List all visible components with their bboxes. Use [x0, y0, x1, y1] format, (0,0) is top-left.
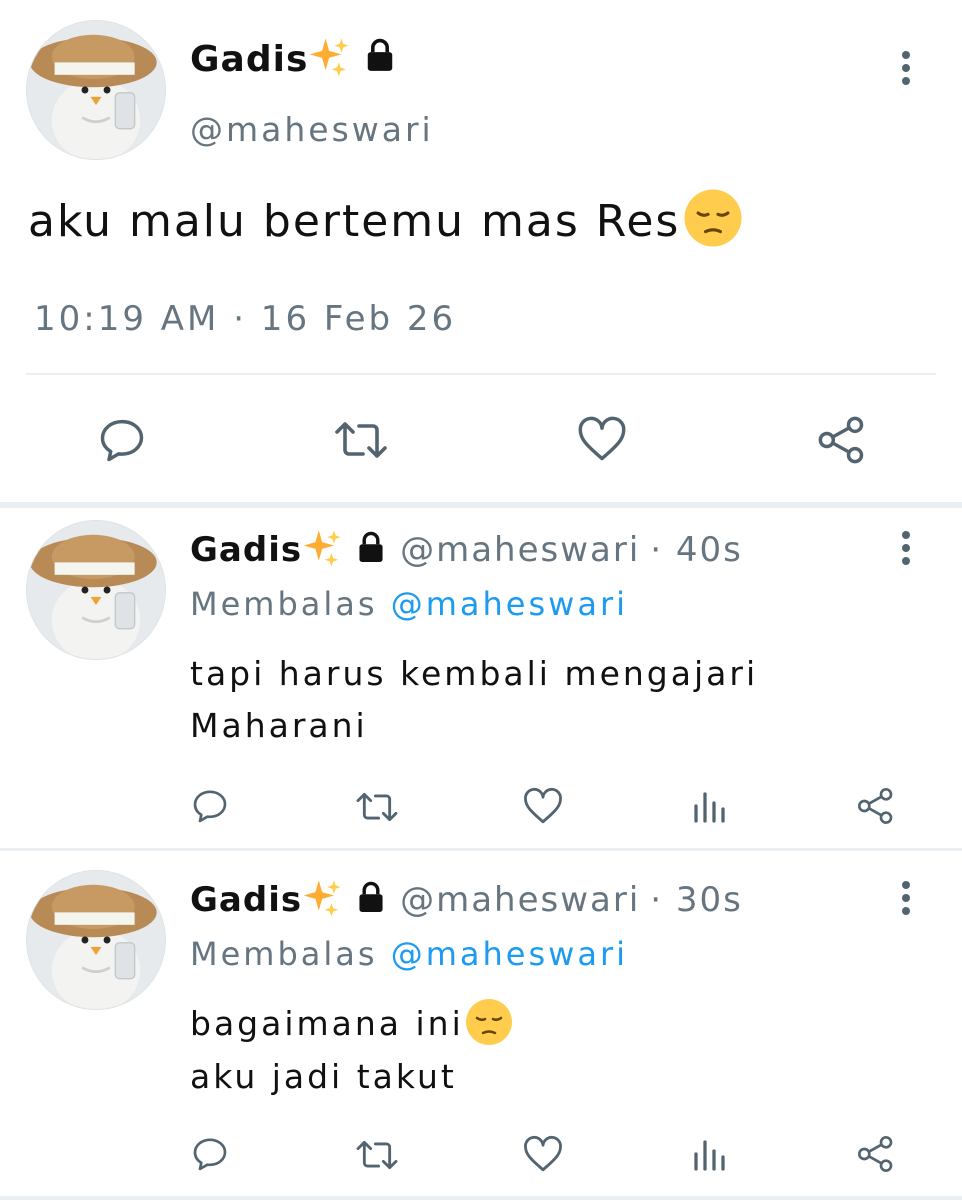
reply-text-line: tapi harus kembali mengajari	[190, 654, 759, 693]
more-options-icon[interactable]	[896, 530, 916, 566]
sparkles-emoji	[302, 527, 344, 569]
reply-icon[interactable]	[190, 786, 230, 826]
avatar[interactable]	[26, 20, 166, 160]
retweet-icon[interactable]	[354, 1136, 400, 1174]
retweet-icon[interactable]	[354, 788, 400, 826]
reply-text: tapi harus kembali mengajari Maharani	[190, 648, 758, 752]
like-icon[interactable]	[522, 786, 564, 826]
avatar[interactable]	[26, 870, 166, 1010]
lock-icon	[362, 37, 398, 73]
display-name-text: Gadis	[190, 39, 309, 80]
more-options-icon[interactable]	[896, 880, 916, 916]
tweet-text-content: aku malu bertemu mas Res	[28, 196, 681, 247]
sparkles-emoji	[302, 877, 344, 919]
user-handle[interactable]: @maheswari	[190, 108, 434, 152]
share-icon[interactable]	[856, 1134, 896, 1174]
sparkles-emoji	[308, 35, 352, 79]
analytics-icon[interactable]	[690, 1136, 726, 1172]
divider	[0, 1196, 962, 1200]
reply-text-line: aku jadi takut	[190, 1056, 457, 1096]
reply-text-line: bagaimana ini	[190, 997, 514, 1051]
more-options-icon[interactable]	[896, 50, 916, 86]
replying-to-link[interactable]: @maheswari	[391, 585, 628, 623]
share-icon[interactable]	[816, 414, 868, 466]
reply-header: Gadis @maheswari · 30s	[190, 876, 743, 924]
pensive-face-emoji	[682, 187, 744, 249]
lock-icon	[354, 880, 388, 914]
tweet-text: aku malu bertemu mas Res	[28, 187, 744, 255]
divider	[0, 848, 962, 851]
reply-text-line: Maharani	[190, 706, 368, 745]
reply-icon[interactable]	[96, 414, 148, 466]
share-icon[interactable]	[856, 786, 896, 826]
replying-label: Membalas	[190, 585, 378, 623]
display-name[interactable]: Gadis	[190, 530, 302, 570]
reply-text: bagaimana ini aku jadi takut	[190, 997, 514, 1103]
analytics-icon[interactable]	[690, 788, 726, 824]
divider	[0, 502, 962, 508]
replying-to-link[interactable]: @maheswari	[391, 935, 628, 973]
reply-text-content: bagaimana ini	[190, 1004, 464, 1043]
user-handle[interactable]: @maheswari	[400, 530, 640, 570]
like-icon[interactable]	[576, 414, 628, 464]
divider	[26, 373, 936, 375]
reply-age: · 30s	[650, 880, 743, 920]
pensive-face-emoji	[464, 997, 514, 1047]
display-name[interactable]: Gadis	[190, 36, 398, 84]
avatar[interactable]	[26, 520, 166, 660]
replying-to: Membalas @maheswari	[190, 582, 628, 626]
replying-label: Membalas	[190, 935, 378, 973]
tweet-timestamp[interactable]: 10:19 AM · 16 Feb 26	[34, 294, 456, 344]
retweet-icon[interactable]	[332, 416, 390, 464]
reply-header: Gadis @maheswari · 40s	[190, 526, 743, 574]
reply-icon[interactable]	[190, 1134, 230, 1174]
like-icon[interactable]	[522, 1134, 564, 1174]
replying-to: Membalas @maheswari	[190, 932, 628, 976]
user-handle[interactable]: @maheswari	[400, 880, 640, 920]
display-name[interactable]: Gadis	[190, 880, 302, 920]
lock-icon	[354, 530, 388, 564]
reply-age: · 40s	[650, 530, 743, 570]
